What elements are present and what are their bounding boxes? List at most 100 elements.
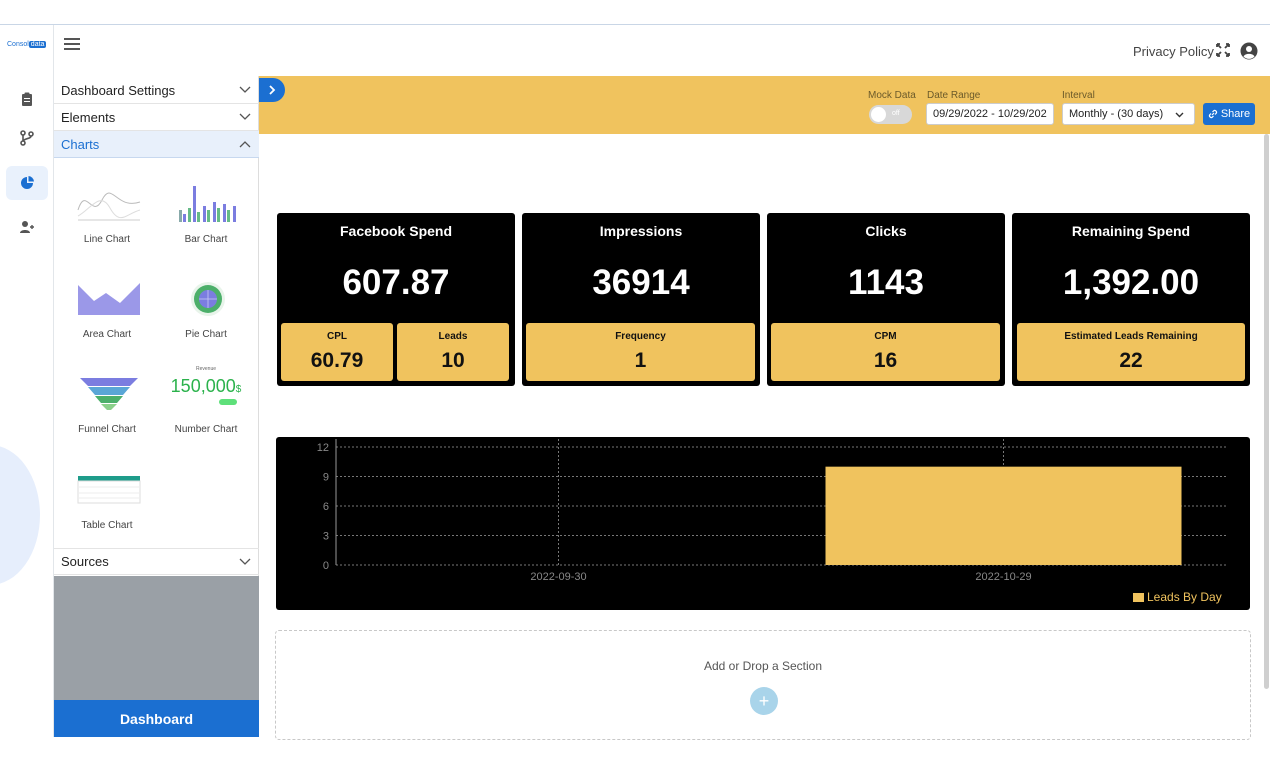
y-tick-label: 9 [323,472,329,484]
chart-item-line[interactable]: Line Chart [58,176,156,270]
kpi-card-clicks: Clicks 1143 CPM 16 [767,213,1005,386]
app-root: Consol data Privacy Policy Dashboard Sett… [0,0,1270,760]
sub-label: Frequency [615,331,666,342]
sub-label: Leads [438,331,468,342]
link-icon [1208,109,1217,119]
date-range-label: Date Range [927,90,981,101]
card-title: Impressions [599,223,683,239]
user-account-icon[interactable] [1240,42,1258,60]
sub-label: CPL [327,331,347,342]
card-value: 1,392.00 [1062,263,1200,302]
sub-label: Estimated Leads Remaining [1064,331,1198,342]
number-chart-thumbnail: 150,000$ [161,376,251,397]
logo-badge: data [28,41,47,48]
rail-branch-button[interactable] [6,121,48,155]
add-section-label: Add or Drop a Section [703,659,823,673]
add-section-button[interactable]: + [750,687,778,715]
card-value: 607.87 [342,263,450,302]
area-chart-thumbnail [78,283,140,315]
collapse-panel-button[interactable] [259,78,285,102]
chart-item-label: Line Chart [83,234,131,245]
number-thumb-value: 150,000 [170,376,236,396]
privacy-policy-link[interactable]: Privacy Policy [1133,44,1214,59]
dashboard-button[interactable]: Dashboard [54,700,259,737]
section-label: Dashboard Settings [61,82,176,98]
number-thumb-suffix: $ [235,384,242,395]
legend-label: Leads By Day [1147,590,1222,604]
x-tick-label: 2022-09-30 [530,571,586,583]
section-label: Charts [61,136,100,152]
fullscreen-icon[interactable] [1216,43,1230,57]
clipboard-icon [22,92,32,106]
card-title: Remaining Spend [1071,223,1191,239]
share-label: Share [1220,108,1251,120]
chart-item-label: Number Chart [174,424,238,435]
add-section-dropzone[interactable]: Add or Drop a Section + [275,630,1251,740]
card-title: Clicks [865,223,907,239]
chart-item-label: Area Chart [82,329,132,340]
y-tick-label: 0 [323,560,329,572]
chart-item-label: Table Chart [81,520,133,531]
main-scrollbar[interactable] [1264,134,1269,689]
interval-label: Interval [1062,90,1095,101]
chevron-down-icon [1175,112,1184,118]
toggle-knob [871,107,886,122]
chart-item-label: Pie Chart [185,329,227,340]
line-chart-thumbnail [77,192,141,221]
app-logo[interactable]: Consol data [7,41,47,48]
sub-metric-estimated-leads: Estimated Leads Remaining 22 [1017,323,1245,381]
bar-chart-thumbnail [179,186,236,222]
top-divider [0,24,1270,25]
rail-reports-button[interactable] [6,82,48,116]
chevron-right-icon [269,85,276,95]
chart-item-area[interactable]: Area Chart [58,271,156,365]
sub-label: CPM [874,331,897,342]
date-range-input[interactable]: 09/29/2022 - 10/29/202 [926,103,1054,125]
chart-item-label: Bar Chart [184,234,228,245]
y-tick-label: 12 [317,442,329,454]
leads-by-day-chart: 0 3 6 9 12 2022-09-30 2022-10-29 Leads By Day [276,437,1250,610]
kpi-card-impressions: Impressions 36914 Frequency 1 [522,213,760,386]
section-dashboard-settings[interactable]: Dashboard Settings [54,77,259,104]
chart-item-table[interactable]: Table Chart [58,462,156,556]
side-panel-content: Dashboard Settings Elements Charts Line … [54,76,259,576]
interval-select[interactable]: Monthly - (30 days) [1062,103,1195,125]
card-value: 36914 [592,263,690,302]
section-elements[interactable]: Elements [54,104,259,131]
mock-data-label: Mock Data [868,90,916,101]
sub-metric-leads: Leads 10 [397,323,509,381]
sub-metric-frequency: Frequency 1 [526,323,755,381]
rail-charts-button[interactable] [6,166,48,200]
section-label: Elements [61,109,116,125]
sub-value: 1 [634,349,647,372]
card-value: 1143 [848,263,924,302]
kpi-card-remaining-spend: Remaining Spend 1,392.00 Estimated Leads… [1012,213,1250,386]
table-chart-thumbnail [77,476,141,504]
section-charts[interactable]: Charts [54,131,259,158]
sub-value: 22 [1119,349,1143,372]
chart-svg: 0 3 6 9 12 2022-09-30 2022-10-29 Leads By Day [317,439,1226,604]
rail-add-user-button[interactable] [6,210,48,244]
chevron-down-icon [239,113,251,120]
number-thumb-badge [219,399,237,405]
pie-chart-thumbnail [191,282,225,316]
chart-item-number[interactable]: Revenue 150,000$ Number Chart [157,366,255,460]
sub-metric-cpm: CPM 16 [771,323,1000,381]
menu-toggle-button[interactable] [64,38,80,52]
funnel-chart-thumbnail [80,378,138,410]
number-thumb-title: Revenue [195,366,216,372]
chart-item-bar[interactable]: Bar Chart [157,176,255,270]
share-button[interactable]: Share [1203,103,1255,125]
pie-chart-icon [21,176,34,189]
sub-value: 10 [441,349,465,372]
chart-item-funnel[interactable]: Funnel Chart [58,366,156,460]
legend-swatch [1133,593,1144,602]
mock-data-toggle[interactable]: off [869,105,912,124]
chart-item-pie[interactable]: Pie Chart [157,271,255,365]
icon-rail: Consol data [0,25,54,737]
chevron-up-icon [239,141,251,148]
chevron-down-icon [239,558,251,565]
logo-text: Consol [7,41,29,48]
section-sources[interactable]: Sources [54,548,259,575]
card-title: Facebook Spend [339,223,453,239]
